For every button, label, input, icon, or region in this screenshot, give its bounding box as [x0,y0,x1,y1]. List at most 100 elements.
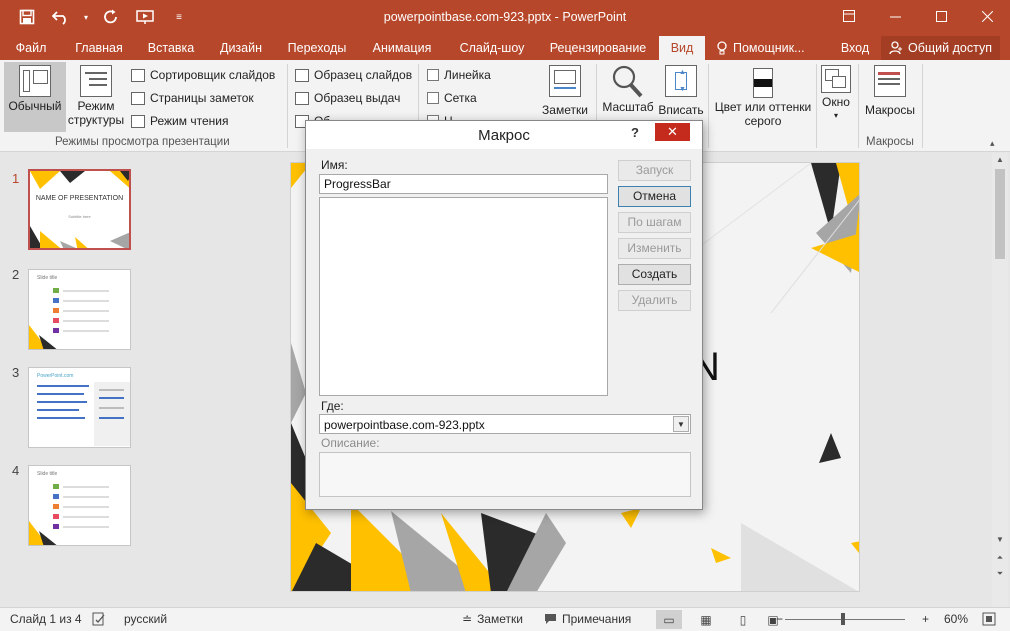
help-icon[interactable]: ? [628,125,642,141]
notes-label: Заметки [542,103,588,117]
delete-button[interactable]: Удалить [618,290,691,311]
scroll-down-icon[interactable]: ▼ [992,533,1008,547]
tab-animation[interactable]: Анимация [364,36,440,60]
macro-list[interactable] [319,197,608,396]
ribbon-separator [858,64,859,148]
grid-check-box[interactable] [427,92,439,104]
zoom-level[interactable]: 60% [944,612,968,626]
next-slide-icon[interactable]: ⏷ [992,567,1008,581]
slide-number-2: 2 [12,267,20,282]
handout-master-icon [295,91,309,105]
fit-slide-icon[interactable] [982,612,996,626]
chevron-down-icon[interactable]: ▼ [673,416,689,432]
scrollbar-thumb[interactable] [995,169,1005,259]
tab-insert[interactable]: Вставка [140,36,202,60]
comments-toggle[interactable]: Примечания [544,612,631,626]
previous-slide-icon[interactable]: ⏶ [992,551,1008,565]
tell-me-label: Помощник... [733,41,805,55]
scroll-up-icon[interactable]: ▲ [992,153,1008,167]
create-button[interactable]: Создать [618,264,691,285]
ruler-check-box[interactable] [427,69,439,81]
collapse-ribbon-icon[interactable]: ▴ [990,138,995,149]
tab-slideshow[interactable]: Слайд-шоу [450,36,534,60]
sorter-view-status-button[interactable]: ▦ [693,610,719,629]
tab-view[interactable]: Вид [659,36,705,60]
normal-view-button[interactable]: Обычный [4,62,66,132]
slide-number-3: 3 [12,365,20,380]
edit-button[interactable]: Изменить [618,238,691,259]
language-indicator[interactable]: русский [124,612,167,626]
normal-view-status-button[interactable]: ▭ [656,610,682,629]
notes-page-button[interactable]: Страницы заметок [131,88,254,108]
maximize-icon[interactable] [918,0,964,32]
reading-view-status-button[interactable]: ▯ [730,610,756,629]
tab-review[interactable]: Рецензирование [544,36,652,60]
comment-icon [545,614,556,624]
ribbon-display-icon[interactable] [826,0,872,32]
dialog-titlebar: Макрос ? ✕ [306,121,702,149]
color-grayscale-icon [753,68,773,98]
slide-master-button[interactable]: Образец слайдов [295,65,412,85]
close-icon[interactable] [964,0,1010,32]
zoom-out-icon[interactable]: − [776,612,783,626]
cancel-button[interactable]: Отмена [618,186,691,207]
grid-checkbox[interactable]: Сетка [427,88,477,108]
tab-design[interactable]: Дизайн [212,36,270,60]
tab-file[interactable]: Файл [6,36,56,60]
color-label-1: Цвет или оттенки [714,100,812,114]
vertical-scrollbar[interactable]: ▲ ▼ ⏶ ⏷ [992,153,1008,607]
run-button[interactable]: Запуск [618,160,691,181]
comments-label: Примечания [562,612,632,626]
group-label-macros: Макросы [866,136,914,148]
reading-view-button[interactable]: Режим чтения [131,111,228,131]
outline-view-label-2: структуры [67,113,125,127]
macros-button[interactable]: Макросы [862,62,918,132]
macro-location-select[interactable]: powerpointbase.com-923.pptx ▼ [319,414,691,434]
outline-view-button[interactable]: Режим структуры [68,62,124,132]
window-controls [826,0,1010,32]
zoom-slider-knob[interactable] [841,613,845,625]
slide-sorter-label: Сортировщик слайдов [150,68,276,82]
macro-name-input[interactable] [319,174,608,194]
dialog-close-icon[interactable]: ✕ [655,123,690,141]
notes-icon: ≐ [462,612,473,626]
ribbon-separator [287,64,288,148]
minimize-icon[interactable] [872,0,918,32]
slide-thumbnail-1[interactable]: NAME OF PRESENTATION Subtitle here [28,169,131,250]
notes-toggle[interactable]: ≐ Заметки [462,612,523,626]
group-label-views: Режимы просмотра презентации [55,136,230,148]
handout-master-label: Образец выдач [314,91,401,105]
status-bar: Слайд 1 из 4 русский ≐ Заметки Примечания… [0,607,1010,631]
handout-master-button[interactable]: Образец выдач [295,88,400,108]
sign-in-link[interactable]: Вход [836,36,874,60]
color-label-2: серого [744,114,782,128]
description-label: Описание: [321,436,380,450]
spellcheck-icon[interactable] [92,612,106,626]
normal-view-icon [19,65,51,97]
step-into-button[interactable]: По шагам [618,212,691,233]
macro-location-value: powerpointbase.com-923.pptx [324,418,485,432]
ruler-checkbox[interactable]: Линейка [427,65,491,85]
window-icon [821,65,851,93]
outline-view-label-1: Режим [77,99,115,113]
slide-master-label: Образец слайдов [314,68,413,82]
share-button[interactable]: Общий доступ [881,36,1000,60]
tab-transitions[interactable]: Переходы [280,36,354,60]
slide-thumbnail-3[interactable]: PowerPoint.com [28,367,131,448]
tab-home[interactable]: Главная [68,36,130,60]
thumbnail-1-title: NAME OF PRESENTATION [35,195,124,202]
color-grayscale-button[interactable]: Цвет или оттенки серого [712,62,814,132]
slide-thumbnail-4[interactable]: Slide title [28,465,131,546]
slide-thumbnail-2[interactable]: Slide title [28,269,131,350]
macros-icon [874,65,906,97]
tell-me-search[interactable]: Помощник... [716,36,826,60]
notes-page-icon [131,91,145,105]
window-button[interactable]: Окно ▾ [818,62,854,132]
ribbon-separator [708,64,709,148]
slide-sorter-button[interactable]: Сортировщик слайдов [131,65,275,85]
description-box [319,452,691,497]
fit-label: Вписать [658,103,704,117]
zoom-in-icon[interactable]: + [922,612,929,626]
zoom-slider-track[interactable] [785,619,905,620]
chevron-down-icon: ▾ [833,111,838,120]
